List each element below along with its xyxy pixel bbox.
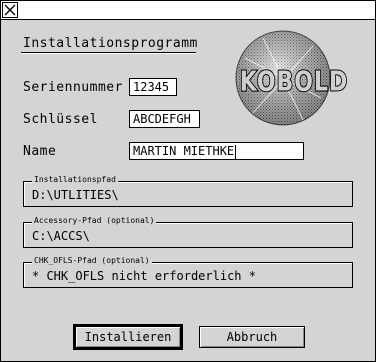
chk-ofls-path-value: * CHK_OFLS nicht erforderlich * bbox=[32, 269, 256, 283]
install-button[interactable]: Installieren bbox=[73, 324, 183, 350]
title-bar[interactable] bbox=[1, 1, 375, 20]
chk-ofls-path-group[interactable]: CHK_OFLS-Pfad (optional) * CHK_OFLS nich… bbox=[23, 256, 353, 288]
cancel-button-label: Abbruch bbox=[226, 330, 278, 344]
name-label: Name bbox=[23, 144, 57, 159]
close-box[interactable] bbox=[2, 2, 18, 18]
serial-input[interactable]: 12345 bbox=[129, 78, 177, 96]
serial-label: Seriennummer bbox=[23, 80, 123, 95]
install-button-label: Installieren bbox=[84, 330, 172, 344]
name-input[interactable]: MARTIN MIETHKE bbox=[129, 142, 304, 160]
dialog-body: Installationsprogramm KOBOLD Seriennumme… bbox=[1, 20, 375, 361]
accessory-path-value: C:\ACCS\ bbox=[32, 229, 90, 243]
install-path-title: Installationspfad bbox=[32, 175, 118, 185]
install-path-value: D:\UTLITIES\ bbox=[32, 188, 119, 202]
kobold-logo: KOBOLD bbox=[235, 30, 348, 126]
chk-ofls-path-title: CHK_OFLS-Pfad (optional) bbox=[32, 256, 152, 266]
close-icon bbox=[4, 4, 16, 16]
name-value: MARTIN MIETHKE bbox=[133, 144, 235, 158]
serial-value: 12345 bbox=[133, 80, 170, 94]
accessory-path-title: Accessory-Pfad (optional) bbox=[32, 216, 157, 226]
key-label: Schlüssel bbox=[23, 112, 98, 127]
installer-window: Installationsprogramm KOBOLD Seriennumme… bbox=[0, 0, 376, 362]
dialog-heading: Installationsprogramm bbox=[23, 36, 198, 51]
key-value: ABCDEFGH bbox=[133, 112, 191, 126]
heading-underline bbox=[21, 52, 196, 53]
accessory-path-group[interactable]: Accessory-Pfad (optional) C:\ACCS\ bbox=[23, 216, 353, 248]
logo-text: KOBOLD bbox=[240, 65, 348, 97]
text-caret bbox=[235, 144, 237, 159]
cancel-button[interactable]: Abbruch bbox=[199, 326, 305, 348]
key-input[interactable]: ABCDEFGH bbox=[129, 110, 200, 128]
install-path-group[interactable]: Installationspfad D:\UTLITIES\ bbox=[23, 175, 353, 207]
